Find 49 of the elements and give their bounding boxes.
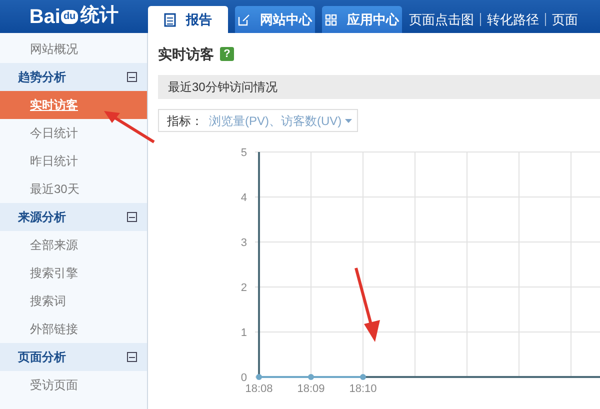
page-title: 实时访客	[158, 44, 214, 64]
sidebar-item[interactable]: 搜索词	[0, 287, 147, 315]
list-icon	[164, 12, 176, 26]
nav-link[interactable]: 页面点击图	[409, 10, 474, 30]
nav-tab[interactable]: 网站中心	[235, 6, 315, 33]
group-title: 页面分析	[18, 349, 66, 366]
y-tick-label: 5	[240, 147, 247, 159]
logo-text: Bai	[29, 4, 60, 30]
nav-tab[interactable]: 报告	[148, 6, 228, 33]
paw-logo: du	[61, 10, 78, 24]
collapse-icon[interactable]	[127, 72, 137, 82]
nav-link[interactable]: 转化路径	[487, 10, 539, 30]
sidebar-item[interactable]: 昨日统计	[0, 147, 147, 175]
group-title: 趋势分析	[18, 69, 66, 86]
nav-tab[interactable]: 应用中心	[322, 6, 402, 33]
y-tick-label: 2	[240, 282, 247, 294]
sidebar-group[interactable]: 趋势分析	[0, 63, 147, 91]
data-point	[308, 374, 314, 380]
x-tick-label: 18:08	[245, 383, 273, 392]
sidebar-group[interactable]: 页面分析	[0, 343, 147, 371]
logo-text: 统计	[80, 4, 119, 28]
collapse-icon[interactable]	[127, 212, 137, 222]
nav-link[interactable]: 页面	[552, 10, 578, 30]
y-tick-label: 0	[240, 372, 247, 384]
y-tick-label: 1	[240, 327, 247, 339]
data-point	[360, 374, 366, 380]
sidebar-item[interactable]: 网站概况	[0, 35, 147, 63]
sidebar-item[interactable]: 全部来源	[0, 231, 147, 259]
sidebar-item[interactable]: 今日统计	[0, 119, 147, 147]
sidebar-item[interactable]: 实时访客	[0, 91, 147, 119]
sidebar-group[interactable]: 来源分析	[0, 203, 147, 231]
y-tick-label: 3	[240, 237, 247, 249]
metric-label: 指标：	[167, 112, 203, 130]
group-title: 来源分析	[18, 209, 66, 226]
x-tick-label: 18:10	[349, 383, 377, 392]
x-tick-label: 18:09	[297, 383, 325, 392]
metric-dropdown[interactable]: 浏览量(PV)、访客数(UV)	[209, 112, 352, 130]
sidebar-item[interactable]: 外部链接	[0, 315, 147, 343]
sidebar-item[interactable]: 受访页面	[0, 371, 147, 399]
y-tick-label: 4	[240, 192, 247, 204]
data-point	[256, 374, 262, 380]
sidebar-item[interactable]: 搜索引擎	[0, 259, 147, 287]
collapse-icon[interactable]	[127, 352, 137, 362]
grid-icon	[325, 14, 337, 26]
help-icon[interactable]: ?	[220, 47, 234, 61]
caret-icon	[344, 118, 352, 122]
section-header: 最近30分钟访问情况	[158, 75, 600, 99]
sidebar-item[interactable]: 最近30天	[0, 175, 147, 203]
edit-icon	[238, 14, 250, 26]
